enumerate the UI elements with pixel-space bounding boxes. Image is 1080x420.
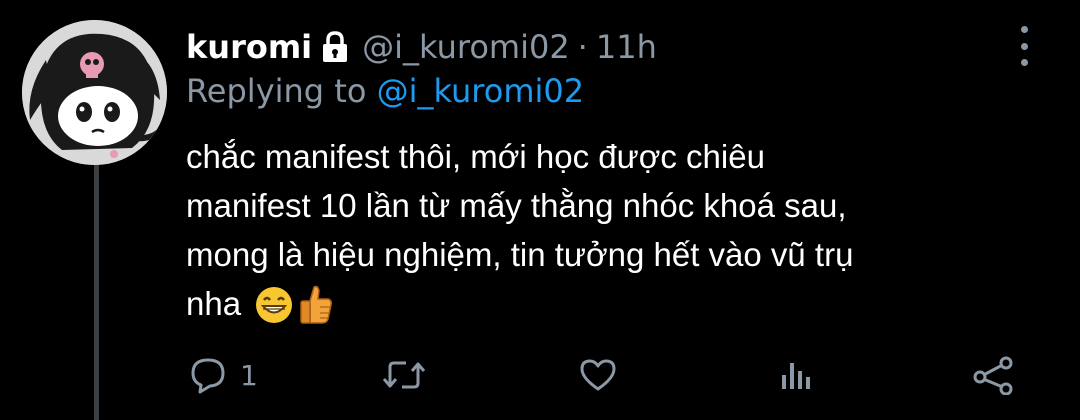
lock-icon — [320, 30, 350, 64]
reply-button[interactable]: 1 — [188, 352, 258, 398]
reply-count: 1 — [240, 358, 258, 392]
analytics-icon — [776, 355, 816, 395]
tweet-header: kuromi @i_kuromi02 · 11h — [186, 24, 657, 70]
like-button[interactable] — [578, 352, 618, 398]
analytics-button[interactable] — [776, 352, 816, 398]
share-button[interactable] — [972, 352, 1016, 398]
heart-icon — [578, 355, 618, 395]
more-options-icon[interactable] — [1012, 26, 1036, 66]
replying-to-handle-link[interactable]: @i_kuromi02 — [377, 72, 585, 110]
tweet-text-line: nha — [186, 285, 242, 322]
tweet-action-bar: 1 — [186, 352, 1026, 398]
tweet-text: chắc manifest thôi, mới học được chiêu m… — [186, 132, 1046, 338]
reply-icon — [188, 355, 228, 395]
grinning-face-emoji — [254, 285, 294, 338]
thumbs-up-emoji — [298, 283, 334, 338]
tweet-text-line: manifest 10 lần từ mấy thằng nhóc khoá s… — [186, 187, 847, 224]
tweet-text-last-line: nha — [186, 279, 1046, 338]
author-handle[interactable]: @i_kuromi02 — [362, 28, 570, 66]
tweet-time[interactable]: 11h — [596, 28, 657, 66]
share-icon — [972, 355, 1016, 395]
replying-to-label: Replying to — [186, 72, 367, 110]
retweet-icon — [382, 355, 426, 395]
thread-line — [94, 162, 99, 420]
tweet-text-line: mong là hiệu nghiệm, tin tưởng hết vào v… — [186, 236, 854, 273]
author-name[interactable]: kuromi — [186, 28, 312, 66]
replying-to: Replying to @i_kuromi02 — [186, 72, 584, 110]
avatar[interactable] — [22, 20, 167, 165]
separator-dot: · — [577, 28, 588, 66]
kuromi-avatar-image — [22, 20, 167, 165]
retweet-button[interactable] — [382, 352, 426, 398]
tweet-text-line: chắc manifest thôi, mới học được chiêu — [186, 138, 765, 175]
